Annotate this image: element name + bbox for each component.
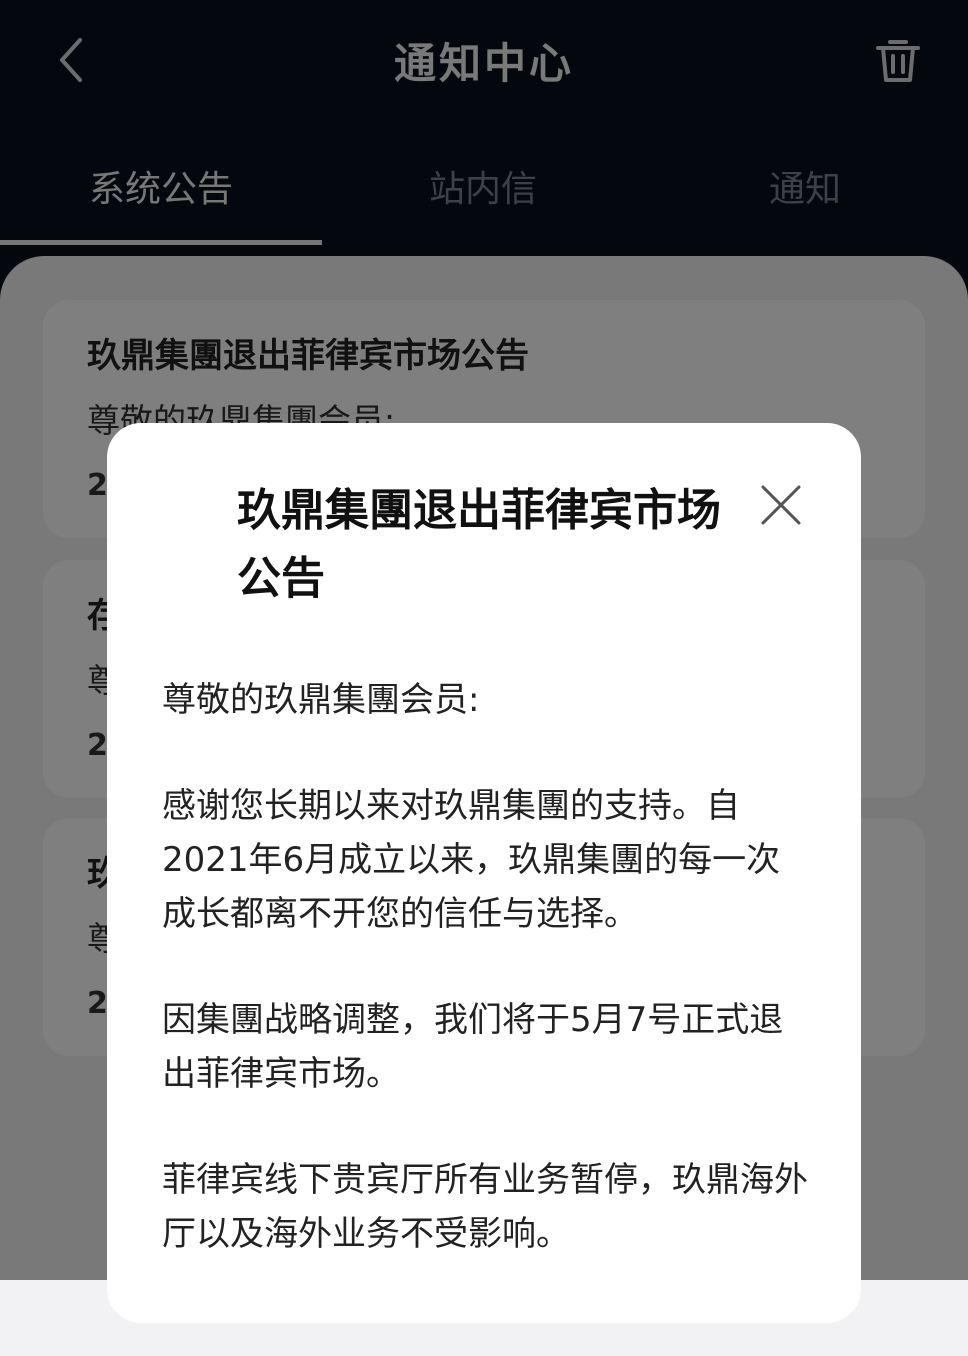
modal-paragraph: 感谢您长期以来对玖鼎集團的支持。自2021年6月成立以来，玖鼎集團的每一次成长都…: [162, 786, 781, 934]
modal-paragraph: 尊敬的玖鼎集團会员:: [162, 680, 480, 720]
close-button[interactable]: [757, 481, 805, 529]
close-icon: [761, 485, 801, 525]
modal-body: 尊敬的玖鼎集團会员: 感谢您长期以来对玖鼎集團的支持。自2021年6月成立以来，…: [162, 673, 812, 1313]
modal-paragraph: 菲律宾线下贵宾厅所有业务暂停，玖鼎海外厅以及海外业务不受影响。: [162, 1160, 808, 1254]
announcement-modal: 玖鼎集團退出菲律宾市场公告 尊敬的玖鼎集團会员: 感谢您长期以来对玖鼎集團的支持…: [107, 423, 861, 1323]
modal-title: 玖鼎集團退出菲律宾市场公告: [237, 485, 721, 604]
modal-paragraph: 因集團战略调整，我们将于5月7号正式退出菲律宾市场。: [162, 1000, 784, 1094]
